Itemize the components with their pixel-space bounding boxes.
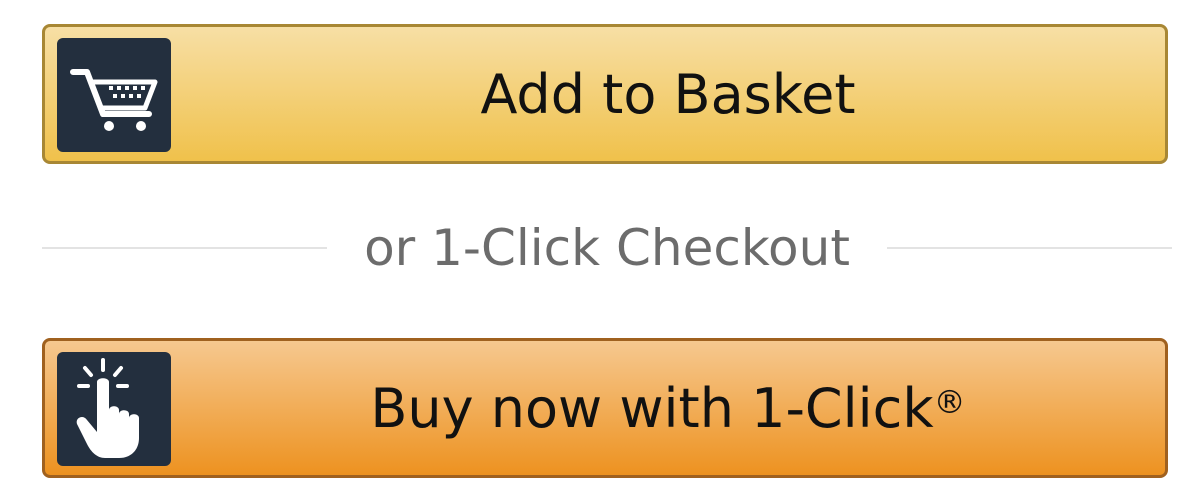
buy-now-button[interactable]: Buy now with 1-Click ® bbox=[42, 338, 1168, 478]
divider-line-right bbox=[887, 247, 1172, 249]
buy-now-label: Buy now with 1-Click bbox=[370, 376, 934, 440]
divider-text: or 1-Click Checkout bbox=[364, 219, 850, 277]
add-to-basket-button[interactable]: Add to Basket bbox=[42, 24, 1168, 164]
click-icon-box bbox=[57, 352, 171, 466]
checkout-divider: or 1-Click Checkout bbox=[42, 216, 1172, 280]
add-to-basket-label: Add to Basket bbox=[480, 62, 856, 126]
pointing-hand-click-icon bbox=[76, 358, 139, 458]
cart-icon-box bbox=[57, 38, 171, 152]
buy-now-label-wrap: Buy now with 1-Click ® bbox=[171, 341, 1165, 475]
divider-line-left bbox=[42, 247, 327, 249]
registered-trademark: ® bbox=[933, 383, 966, 421]
shopping-cart-icon bbox=[70, 69, 158, 131]
